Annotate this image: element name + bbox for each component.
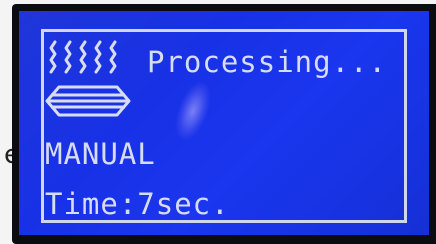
heating-plate-icon: [45, 85, 131, 117]
mode-text: MANUAL: [45, 137, 156, 171]
lcd-screen: Processing... MANUAL Time:7sec.: [19, 11, 429, 235]
time-readout: Time:7sec.: [45, 187, 230, 221]
device-photo: e Processing... MANUAL Time:7sec.: [0, 0, 436, 244]
status-text: Processing...: [147, 45, 387, 79]
heat-waves-icon: [49, 40, 117, 74]
